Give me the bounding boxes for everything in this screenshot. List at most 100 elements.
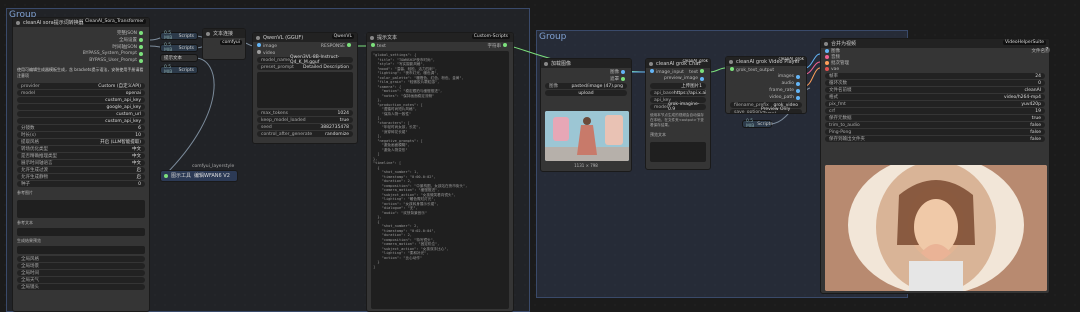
- port-row[interactable]: frame_rate: [726, 87, 806, 94]
- sora-widget[interactable]: 允许生成过渡 启: [17, 167, 145, 173]
- upload-button[interactable]: upload: [545, 90, 627, 96]
- node-video-combine[interactable]: 合并为视频 VideoHelperSuite 图像 文件名 音频 批次管理 vae 帧率…: [820, 38, 1050, 294]
- sora-widget[interactable]: 是否精确推理类型 中文: [17, 153, 145, 159]
- json-text-display[interactable]: "global_settings": { "title": "TOWNSHIP夜…: [371, 51, 509, 309]
- port-row[interactable]: 时间轴JSON: [13, 43, 149, 50]
- sora-widget[interactable]: custom_api_key: [17, 118, 145, 124]
- mini-node-prompt-text[interactable]: 提示文本: [160, 54, 198, 62]
- sora-bottom-widget[interactable]: 全局场景: [17, 263, 145, 269]
- node-header[interactable]: 加载图像: [541, 59, 631, 68]
- port-row[interactable]: grok_text_output: [726, 66, 806, 73]
- grok-widget[interactable]: model grok-imagine-0.9: [650, 102, 706, 112]
- sora-widget[interactable]: 允许生成静物 启: [17, 174, 145, 180]
- combine-widget[interactable]: Ping-Pong false: [825, 129, 1045, 135]
- sora-widget[interactable]: 种子 0: [17, 181, 145, 187]
- node-grok-video[interactable]: cleanAI grok Video Player cleanAI_grok g…: [725, 56, 807, 114]
- combine-widget[interactable]: pix_fmt yuv420p: [825, 101, 1045, 107]
- widget-key: 允许生成静物: [21, 175, 48, 180]
- sora-widget[interactable]: 转场优化类型 中文: [17, 146, 145, 152]
- node-header[interactable]: 图示工具 编辑WFAN6 V2: [161, 171, 237, 180]
- port-row[interactable]: preview_image: [646, 75, 710, 82]
- combine-widget[interactable]: trim_to_audio false: [825, 122, 1045, 128]
- port-label: video: [263, 50, 276, 56]
- node-header[interactable]: 合并为视频 VideoHelperSuite: [821, 39, 1049, 48]
- combine-widget[interactable]: 循环次数 0: [825, 80, 1045, 86]
- sora-widget[interactable]: custom_url: [17, 111, 145, 117]
- video-preview[interactable]: [825, 165, 1047, 291]
- port-row[interactable]: BYPASS_System_Prompt: [13, 50, 149, 57]
- combine-widget[interactable]: crf 19: [825, 108, 1045, 114]
- combine-widget[interactable]: 文件名前缀 cleanAI: [825, 87, 1045, 93]
- port-row[interactable]: images: [726, 73, 806, 80]
- mini-node-scripts-1[interactable]: 0.5 MIB Scripts: [160, 31, 198, 41]
- sora-bottom-widget[interactable]: 全局镜头: [17, 284, 145, 290]
- port-row[interactable]: audio: [726, 80, 806, 87]
- node-layerstyle-tool[interactable]: 图示工具 编辑WFAN6 V2: [160, 170, 238, 182]
- port-row[interactable]: vae: [821, 66, 1049, 72]
- node-grok-chat[interactable]: cleanAI grok Chat cleanAI_grok image_inp…: [645, 58, 711, 170]
- node-header[interactable]: 文本连接: [203, 29, 245, 38]
- combine-widget[interactable]: 保存到输出文件夹 false: [825, 136, 1045, 142]
- sora-widget[interactable]: provider Custom (自定义API): [17, 83, 145, 89]
- image-select[interactable]: 图像 pasted/image (47).png: [545, 83, 627, 89]
- sora-widget[interactable]: google_api_key: [17, 104, 145, 110]
- sora-widget[interactable]: model openai: [17, 90, 145, 96]
- input-port-row[interactable]: image RESPONSE: [253, 42, 357, 49]
- portrait-image: [545, 111, 629, 161]
- combine-widget[interactable]: 保存元数据 true: [825, 115, 1045, 121]
- sora-widget[interactable]: 提取风格 开启 (LLM智能提取): [17, 139, 145, 145]
- qwen-widget[interactable]: preset_prompt Detailed Description: [257, 64, 353, 70]
- preview-area[interactable]: [17, 246, 145, 254]
- port-label: BYPASS_System_Prompt: [82, 51, 137, 56]
- widget-key: 全局天气: [21, 278, 39, 283]
- reference-text-area[interactable]: [17, 228, 145, 236]
- output-row[interactable]: 图像: [541, 68, 631, 75]
- port-row[interactable]: text 字符串: [367, 42, 513, 49]
- node-text-concat[interactable]: 文本连接 comfyui: [202, 28, 246, 60]
- grok-widget[interactable]: api_base https://api.x.ai: [650, 90, 706, 96]
- node-sora-transformer[interactable]: cleanAI sora提示词转换器 CleanAI_Sora_Transfor…: [12, 17, 150, 312]
- wire: [804, 53, 821, 69]
- combine-widget[interactable]: 格式 video/h264-mp4: [825, 94, 1045, 100]
- preview-text-area[interactable]: [650, 142, 706, 162]
- sora-widget[interactable]: custom_api_key: [17, 97, 145, 103]
- node-header[interactable]: 提示文本 Custom-Scripts: [367, 33, 513, 42]
- qwen-widget[interactable]: model_name Qwen3VL-8B-Instruct-Q4_K_M.ggu…: [257, 55, 353, 65]
- loaded-image-preview[interactable]: [545, 111, 629, 161]
- sora-widget[interactable]: 时长(s) 10: [17, 132, 145, 138]
- combine-widget[interactable]: 帧率 24: [825, 73, 1045, 79]
- sora-widget[interactable]: 分镜数 6: [17, 125, 145, 131]
- qwen-widget[interactable]: control_after_generate randomize: [257, 131, 353, 137]
- port-row[interactable]: video_path: [726, 94, 806, 101]
- close-icon[interactable]: ?: [1044, 47, 1050, 53]
- node-show-text[interactable]: 提示文本 Custom-Scripts text 字符串 "global_set…: [366, 32, 514, 312]
- node-load-image[interactable]: 加载图像 图像 遮罩 图像 pasted/image (47).png uploa…: [540, 58, 632, 172]
- mini-node-scripts-4[interactable]: 0.5 MIB Scripts: [742, 119, 773, 129]
- sora-widget[interactable]: 展示时间轴语言 中文: [17, 160, 145, 166]
- node-header[interactable]: cleanAI sora提示词转换器 CleanAI_Sora_Transfor…: [13, 18, 149, 27]
- port-row[interactable]: BYPASS_User_Prompt: [13, 57, 149, 64]
- sora-bottom-widget[interactable]: 全局天气: [17, 277, 145, 283]
- port-row[interactable]: 完整JSON: [13, 29, 149, 36]
- sora-bottom-widget[interactable]: 全局时间: [17, 270, 145, 276]
- qwen-widget[interactable]: keep_model_loaded true: [257, 117, 353, 123]
- mini-node-scripts-2[interactable]: 0.5 MIB Scripts: [160, 43, 198, 53]
- grok-video-widget[interactable]: save_optionPreview Only (Temp): [730, 107, 802, 113]
- node-title: cleanAI sora提示词转换器: [23, 20, 84, 26]
- node-qwenvl[interactable]: QwenVL (GGUF) QwenVL image RESPONSE vide…: [252, 32, 358, 144]
- grok-widget[interactable]: 上传图片1: [650, 83, 706, 89]
- wire: [709, 67, 726, 73]
- qwen-widget[interactable]: max_tokens 1024: [257, 110, 353, 116]
- mini-node-scripts-3[interactable]: 0.5 MIB Scripts: [160, 65, 198, 75]
- output-row[interactable]: 遮罩: [541, 75, 631, 82]
- node-header[interactable]: QwenVL (GGUF) QwenVL: [253, 33, 357, 42]
- port-row[interactable]: 全局设置: [13, 36, 149, 43]
- reference-image-area[interactable]: [17, 200, 145, 218]
- qwen-widget[interactable]: seed 3882735478: [257, 124, 353, 130]
- port-row[interactable]: image_input text: [646, 68, 710, 75]
- sora-bottom-widget[interactable]: 全局风格: [17, 256, 145, 262]
- port-icon: [139, 44, 143, 49]
- qwen-response-area[interactable]: [257, 72, 353, 108]
- widget-key: 文件名前缀: [829, 88, 852, 93]
- status-dot: [256, 35, 260, 40]
